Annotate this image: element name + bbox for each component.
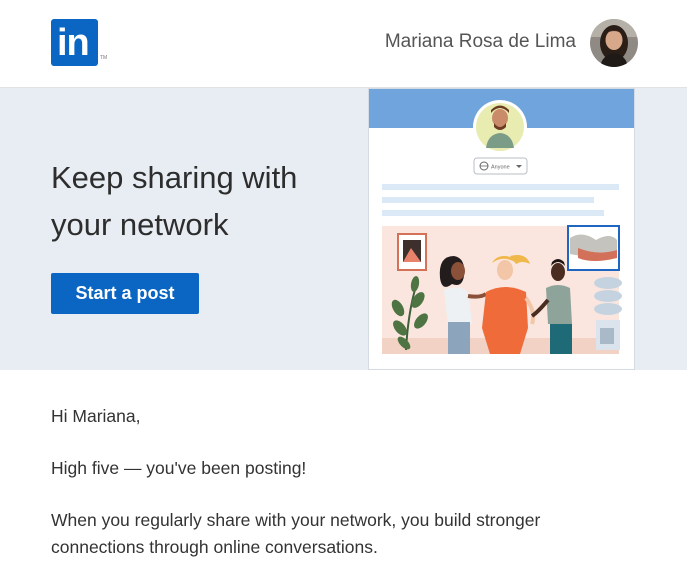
linkedin-logo-text: in [57,22,90,64]
profile-photo [590,19,638,67]
hero-banner: Keep sharing with your network Start a p… [0,88,687,370]
message-line-2: When you regularly share with your netwo… [51,510,541,557]
user-name[interactable]: Mariana Rosa de Lima [385,31,576,53]
hero-title: Keep sharing with your network [51,160,298,242]
trademark-mark: TM [100,55,108,61]
visibility-selector: Anyone [473,157,528,175]
visibility-label: Anyone [491,165,510,171]
message-line-1: High five — you've been posting! [51,458,307,478]
email-header: in TM Mariana Rosa de Lima [0,0,687,88]
greeting-text: Hi Mariana, [51,406,141,426]
linkedin-logo[interactable]: in [51,19,98,66]
post-illustration: Anyone [368,88,635,370]
start-a-post-button[interactable]: Start a post [51,273,199,314]
avatar[interactable] [590,19,638,67]
